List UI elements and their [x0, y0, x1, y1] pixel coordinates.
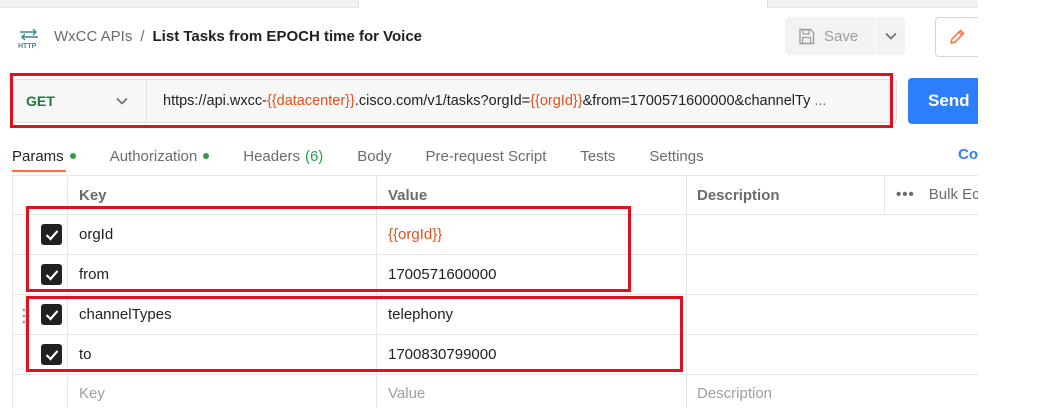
send-label: Send: [928, 91, 970, 110]
tab-label: Body: [357, 147, 392, 165]
tab-label: Pre-request Script: [425, 147, 547, 165]
bulk-edit-label: Bulk Ec: [928, 186, 980, 203]
http-request-icon: HTTP: [16, 27, 42, 50]
new-param-value-input[interactable]: Value: [388, 385, 425, 402]
pencil-icon: [950, 29, 965, 44]
request-tabs: Params Authorization Headers (6) Body Pre…: [12, 146, 738, 174]
tab-tests[interactable]: Tests: [580, 146, 615, 166]
status-dot: [203, 153, 210, 159]
svg-text:HTTP: HTTP: [18, 43, 37, 49]
highlight-box-params-orgid-from: [26, 206, 631, 292]
breadcrumb-separator: /: [140, 28, 145, 45]
breadcrumb-collection[interactable]: WxCC APIs: [54, 28, 132, 45]
edit-button[interactable]: [935, 17, 978, 57]
highlight-box-params-channel-to: [26, 296, 683, 372]
table-col-divider: [884, 175, 885, 214]
request-tab-active[interactable]: [358, 0, 768, 8]
more-options-icon[interactable]: •••: [896, 186, 915, 203]
table-col-divider: [12, 175, 13, 408]
tab-pre-request-script[interactable]: Pre-request Script: [426, 146, 547, 166]
tab-label: Tests: [580, 147, 616, 165]
tab-body[interactable]: Body: [357, 146, 391, 166]
request-tab-left[interactable]: [0, 0, 358, 8]
save-options-dropdown[interactable]: [876, 17, 905, 55]
column-header-key: Key: [79, 187, 107, 204]
table-col-divider: [686, 175, 687, 408]
status-dot: [69, 153, 76, 159]
save-label: Save: [824, 27, 859, 45]
tab-count: (6): [304, 147, 324, 165]
save-button[interactable]: Save: [785, 17, 875, 55]
tab-label: Settings: [649, 147, 704, 165]
tab-settings[interactable]: Settings: [649, 146, 703, 166]
table-row-divider: [12, 374, 978, 375]
tab-authorization[interactable]: Authorization: [110, 146, 210, 166]
column-header-value: Value: [388, 187, 428, 204]
table-border-top: [12, 175, 978, 176]
request-title[interactable]: List Tasks from EPOCH time for Voice: [153, 28, 423, 45]
request-tab-right[interactable]: [768, 0, 978, 8]
active-tab-indicator: [12, 170, 66, 172]
tab-label: Authorization: [109, 147, 198, 165]
send-button[interactable]: Send: [908, 78, 978, 124]
tab-label: Headers: [243, 147, 300, 165]
tab-params[interactable]: Params: [12, 146, 76, 166]
chevron-down-icon: [884, 32, 897, 40]
table-row-divider: [12, 294, 978, 295]
tab-headers[interactable]: Headers (6): [243, 146, 323, 166]
breadcrumb: WxCC APIs / List Tasks from EPOCH time f…: [54, 28, 422, 45]
cookies-link[interactable]: Co: [958, 146, 978, 163]
save-icon: [799, 28, 815, 44]
request-tab-strip: [0, 0, 1057, 8]
new-param-description-input[interactable]: Description: [697, 385, 772, 402]
column-header-description: Description: [697, 187, 780, 204]
tab-label: Params: [12, 147, 64, 165]
new-param-key-input[interactable]: Key: [79, 385, 105, 402]
bulk-edit-button[interactable]: ••• Bulk Ec: [896, 186, 980, 203]
cropped-edge: [978, 0, 1057, 408]
highlight-box-request-bar: [10, 73, 893, 128]
